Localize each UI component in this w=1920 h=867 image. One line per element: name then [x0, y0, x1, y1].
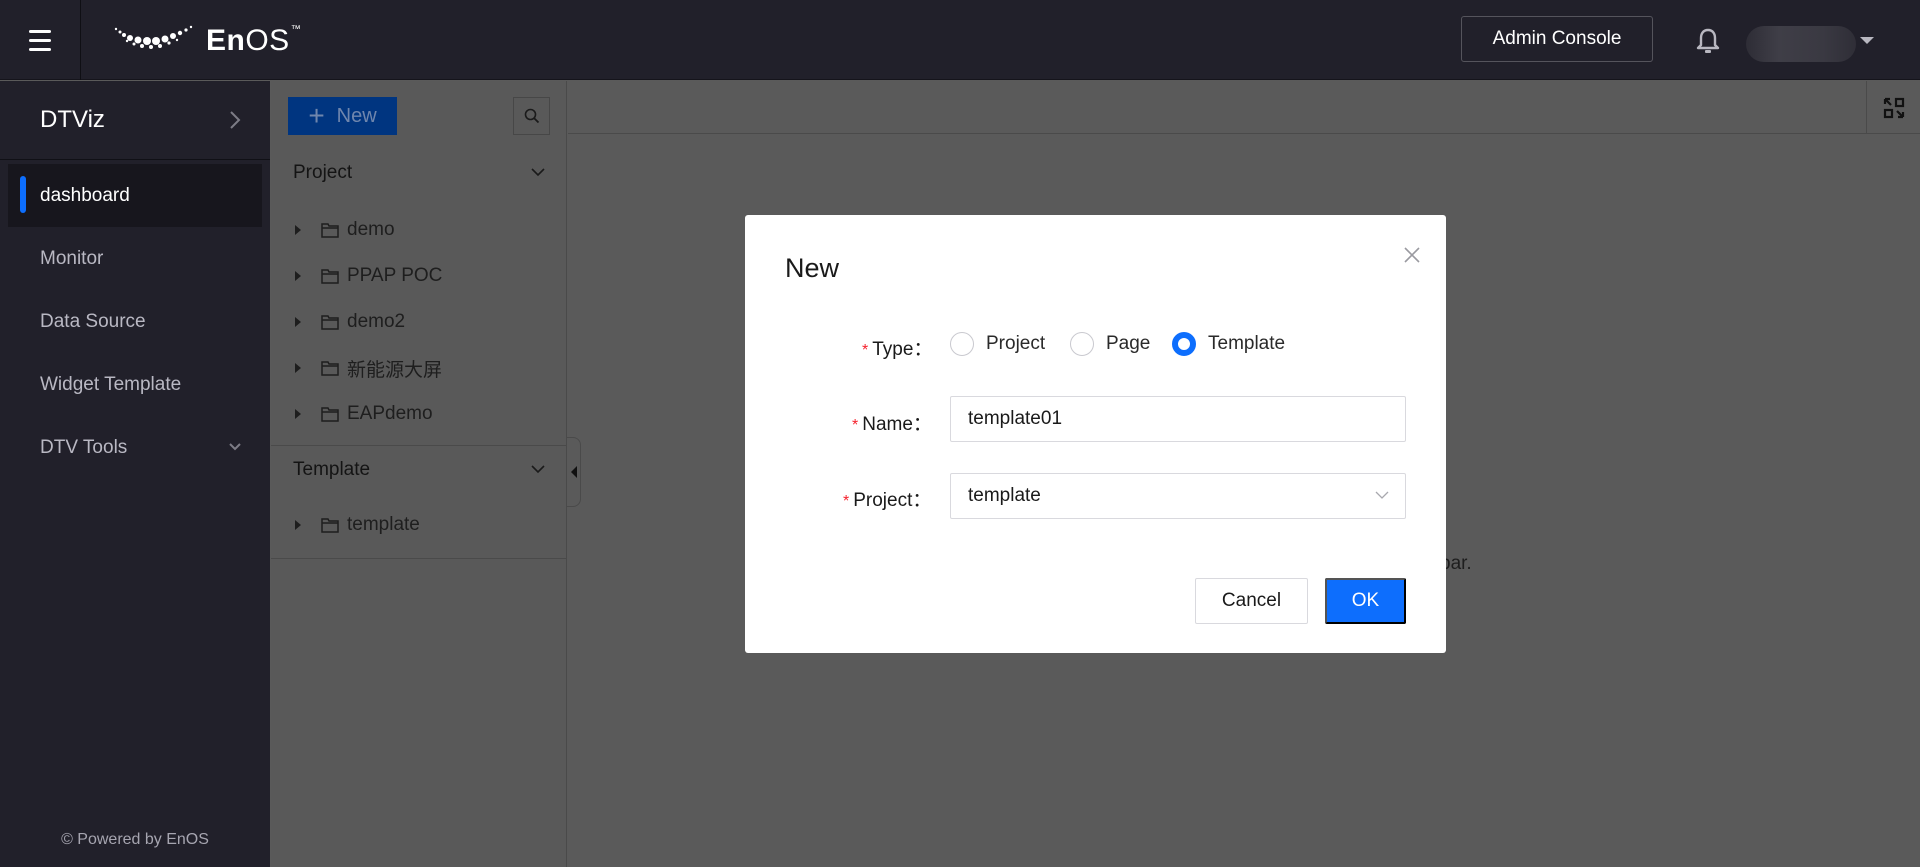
project-select[interactable]: template — [950, 473, 1406, 519]
section-title: Template — [293, 459, 371, 480]
powered-by-footer: © Powered by EnOS — [61, 831, 209, 848]
app-title: DTViz — [40, 106, 105, 133]
hamburger-icon — [29, 27, 51, 54]
expand-arrow-icon[interactable] — [295, 225, 301, 235]
template-section-header[interactable]: Template — [271, 445, 567, 495]
tree-item-label: PPAP POC — [347, 265, 443, 286]
app-switcher[interactable]: DTViz — [0, 81, 270, 160]
search-button[interactable] — [513, 97, 550, 135]
tree-item-demo2[interactable]: demo2 — [293, 304, 405, 340]
new-button-label: New — [336, 104, 377, 127]
sidebar-item-label: dashboard — [40, 184, 130, 206]
search-icon — [524, 108, 539, 124]
bell-icon[interactable] — [1696, 28, 1720, 54]
radio-icon — [950, 332, 974, 356]
folder-icon — [321, 223, 339, 238]
cancel-button[interactable]: Cancel — [1195, 578, 1308, 624]
expand-arrow-icon[interactable] — [295, 271, 301, 281]
fullscreen-button[interactable] — [1866, 81, 1920, 134]
logo-dots-icon — [114, 25, 193, 49]
chevron-down-icon — [531, 465, 545, 474]
user-avatar[interactable] — [1746, 26, 1856, 62]
close-icon[interactable] — [1400, 243, 1424, 267]
sidebar-item-label: DTV Tools — [40, 436, 128, 458]
radio-checked-icon — [1172, 332, 1196, 356]
tree-item-demo[interactable]: demo — [293, 212, 395, 248]
tree-item-new-energy-screen[interactable]: 新能源大屏 — [293, 350, 442, 386]
project-select-value: template — [968, 485, 1041, 506]
expand-arrow-icon[interactable] — [295, 317, 301, 327]
radio-label: Page — [1106, 333, 1151, 354]
chevron-down-icon — [229, 443, 241, 451]
radio-icon — [1070, 332, 1094, 356]
chevron-down-icon — [1375, 491, 1389, 499]
section-divider — [271, 558, 567, 559]
section-title: Project — [293, 162, 353, 183]
caret-down-icon[interactable] — [1860, 37, 1874, 44]
name-input-value: template01 — [968, 408, 1063, 429]
sidebar-item-dtv-tools[interactable]: DTV Tools — [0, 416, 270, 479]
collapse-panel-handle[interactable] — [567, 437, 581, 507]
new-button[interactable]: + New — [288, 97, 397, 135]
radio-label: Template — [1208, 333, 1286, 354]
tree-item-template[interactable]: template — [293, 507, 420, 543]
project-section-header[interactable]: Project — [271, 148, 567, 198]
tree-item-label: template — [347, 514, 420, 535]
folder-icon — [321, 269, 339, 284]
expand-arrow-icon[interactable] — [295, 363, 301, 373]
tree-item-label: demo — [347, 219, 395, 240]
sidebar-item-dashboard[interactable]: dashboard — [8, 164, 262, 227]
type-radio-project[interactable]: Project — [950, 332, 1045, 356]
sidebar-item-data-source[interactable]: Data Source — [0, 290, 270, 353]
top-bar: EnOS™ Admin Console — [0, 0, 1920, 80]
expand-arrow-icon[interactable] — [295, 409, 301, 419]
plus-icon: + — [308, 100, 325, 131]
ok-button[interactable]: OK — [1325, 578, 1406, 624]
dialog-title: New — [785, 253, 840, 283]
name-input[interactable]: template01 — [950, 396, 1406, 442]
project-label: * Project： — [843, 490, 932, 511]
fullscreen-icon — [1883, 97, 1904, 118]
sidebar-item-label: Widget Template — [40, 373, 182, 395]
enos-logo[interactable]: EnOS™ — [114, 24, 301, 58]
tree-item-label: EAPdemo — [347, 403, 433, 424]
name-label: * Name： — [852, 414, 932, 435]
sidebar-item-widget-template[interactable]: Widget Template — [0, 353, 270, 416]
menu-button[interactable] — [0, 0, 81, 80]
radio-label: Project — [986, 333, 1046, 354]
chevron-down-icon — [531, 168, 545, 177]
new-dialog: New * Type： Project Page Template * Name： … — [745, 215, 1446, 653]
sidebar-item-label: Data Source — [40, 310, 146, 332]
type-label: * Type： — [862, 339, 933, 360]
tree-item-label: 新能源大屏 — [347, 359, 443, 381]
chevron-right-icon — [230, 111, 241, 129]
folder-icon — [321, 518, 339, 533]
tree-item-label: demo2 — [347, 311, 406, 332]
collapse-left-icon — [570, 466, 577, 478]
tree-item-ppap-poc[interactable]: PPAP POC — [293, 258, 442, 294]
brand-name: EnOS™ — [206, 24, 302, 57]
main-toolbar — [568, 81, 1920, 134]
sidebar-item-monitor[interactable]: Monitor — [0, 227, 270, 290]
tree-panel: + New Project demo PPAP POC demo2 新能源大屏 … — [271, 81, 567, 867]
folder-icon — [321, 361, 339, 376]
sidebar: DTViz dashboard Monitor Data Source Widg… — [0, 81, 270, 867]
type-radio-page[interactable]: Page — [1070, 332, 1150, 356]
expand-arrow-icon[interactable] — [295, 520, 301, 530]
tree-item-eapdemo[interactable]: EAPdemo — [293, 396, 433, 432]
folder-icon — [321, 407, 339, 422]
admin-console-button[interactable]: Admin Console — [1461, 16, 1653, 62]
type-radio-template[interactable]: Template — [1172, 332, 1285, 356]
sidebar-item-label: Monitor — [40, 247, 104, 269]
folder-icon — [321, 315, 339, 330]
